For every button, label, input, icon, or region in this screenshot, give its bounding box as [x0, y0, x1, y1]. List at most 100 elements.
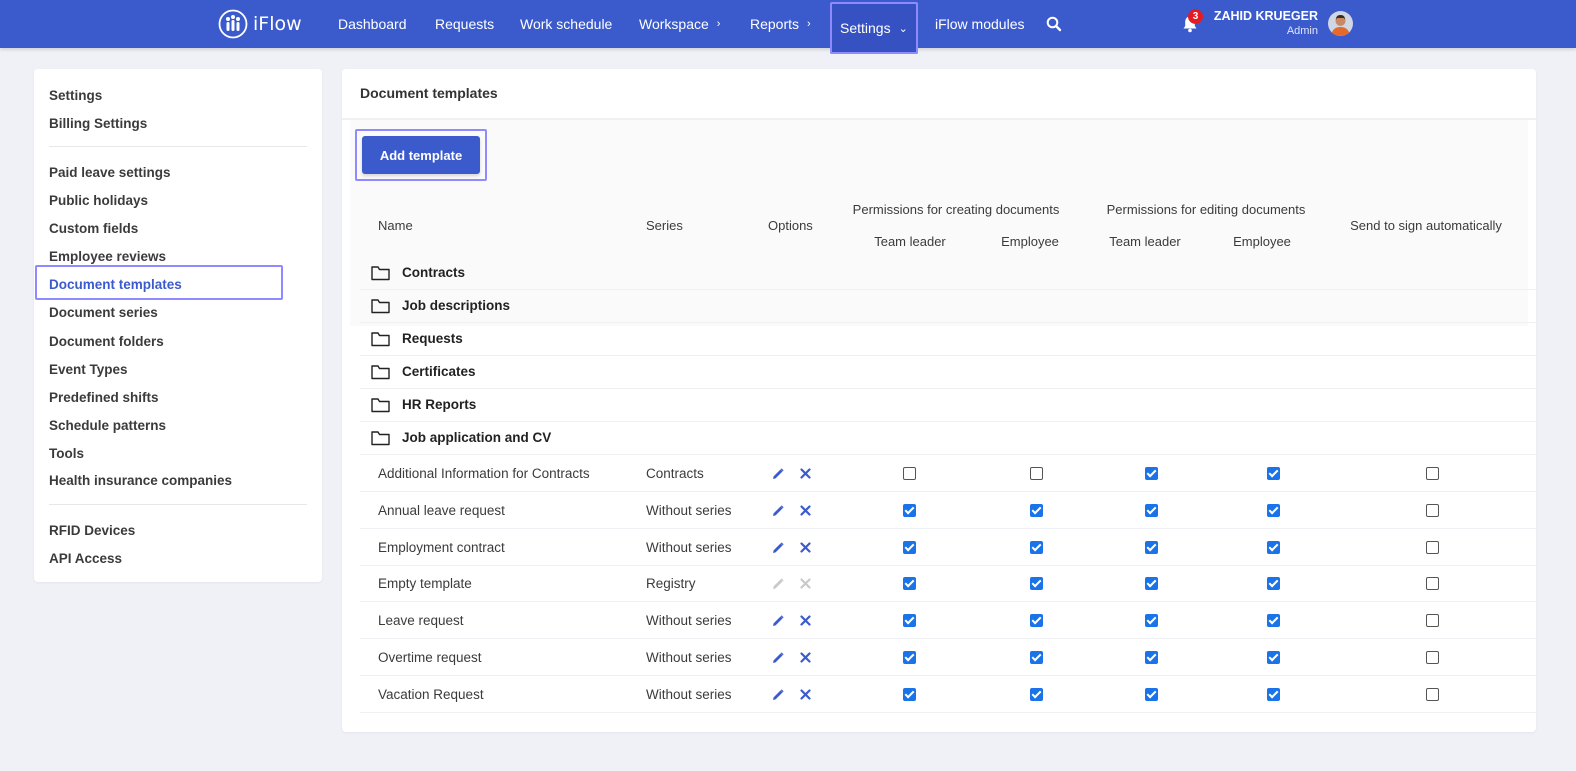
- nav-item-workspace[interactable]: Workspace ›: [639, 0, 720, 48]
- template-name[interactable]: Vacation Request: [378, 687, 484, 702]
- close-icon[interactable]: [800, 652, 811, 663]
- create-team-leader-checkbox[interactable]: [903, 503, 916, 517]
- edit-employee-checkbox[interactable]: [1267, 577, 1280, 591]
- folder-name: Requests: [402, 331, 463, 346]
- sidebar-item-paid-leave-settings[interactable]: Paid leave settings: [49, 161, 171, 183]
- create-team-leader-checkbox[interactable]: [903, 687, 916, 701]
- sidebar-item-employee-reviews[interactable]: Employee reviews: [49, 245, 166, 267]
- nav-item-iflow-modules[interactable]: iFlow modules: [935, 0, 1024, 48]
- send-to-sign-checkbox[interactable]: [1426, 467, 1439, 480]
- nav-item-settings[interactable]: Settings ⌄: [830, 2, 918, 54]
- template-name[interactable]: Empty template: [378, 576, 472, 591]
- sidebar-item-document-series[interactable]: Document series: [49, 301, 158, 323]
- folder-row[interactable]: Job application and CV: [360, 422, 1536, 455]
- edit-employee-checkbox[interactable]: [1267, 614, 1280, 628]
- sidebar-item-billing-settings[interactable]: Billing Settings: [49, 112, 147, 134]
- template-name[interactable]: Additional Information for Contracts: [378, 466, 590, 481]
- send-to-sign-checkbox[interactable]: [1426, 651, 1439, 664]
- create-employee-checkbox[interactable]: [1030, 540, 1043, 554]
- pencil-icon[interactable]: [772, 689, 784, 701]
- sidebar-item-document-folders[interactable]: Document folders: [49, 330, 164, 352]
- sidebar-item-rfid-devices[interactable]: RFID Devices: [49, 519, 135, 541]
- edit-team-leader-checkbox[interactable]: [1145, 687, 1158, 701]
- edit-employee-checkbox[interactable]: [1267, 467, 1280, 480]
- sidebar-item-schedule-patterns[interactable]: Schedule patterns: [49, 414, 166, 436]
- create-team-leader-checkbox[interactable]: [903, 577, 916, 591]
- create-employee-checkbox[interactable]: [1030, 687, 1043, 701]
- sidebar-divider: [49, 146, 307, 147]
- sidebar-item-public-holidays[interactable]: Public holidays: [49, 189, 148, 211]
- sidebar-item-custom-fields[interactable]: Custom fields: [49, 217, 138, 239]
- edit-team-leader-checkbox[interactable]: [1145, 467, 1158, 480]
- send-to-sign-checkbox[interactable]: [1426, 540, 1439, 554]
- folder-row[interactable]: Job descriptions: [360, 290, 1536, 323]
- nav-item-dashboard[interactable]: Dashboard: [338, 0, 407, 48]
- table-row: Overtime request Without series: [360, 639, 1536, 676]
- edit-employee-checkbox[interactable]: [1267, 651, 1280, 664]
- create-team-leader-checkbox[interactable]: [903, 540, 916, 554]
- edit-team-leader-checkbox[interactable]: [1145, 614, 1158, 628]
- sidebar-item-event-types[interactable]: Event Types: [49, 358, 128, 380]
- edit-team-leader-checkbox[interactable]: [1145, 577, 1158, 591]
- pencil-icon[interactable]: [772, 652, 784, 664]
- column-header-series[interactable]: Series: [646, 218, 683, 233]
- edit-employee-checkbox[interactable]: [1267, 687, 1280, 701]
- send-to-sign-checkbox[interactable]: [1426, 687, 1439, 701]
- pencil-icon[interactable]: [772, 615, 784, 627]
- column-header-create-team-leader: Team leader: [874, 234, 946, 249]
- add-template-button[interactable]: Add template: [362, 136, 480, 174]
- template-name[interactable]: Overtime request: [378, 650, 482, 665]
- send-to-sign-checkbox[interactable]: [1426, 503, 1439, 517]
- folder-row[interactable]: HR Reports: [360, 389, 1536, 422]
- column-header-name[interactable]: Name: [378, 218, 413, 233]
- edit-team-leader-checkbox[interactable]: [1145, 651, 1158, 664]
- send-to-sign-checkbox[interactable]: [1426, 614, 1439, 628]
- create-employee-checkbox[interactable]: [1030, 503, 1043, 517]
- create-team-leader-checkbox[interactable]: [903, 651, 916, 664]
- close-icon[interactable]: [800, 505, 811, 516]
- edit-team-leader-checkbox[interactable]: [1145, 540, 1158, 554]
- table-row: Empty template Registry: [360, 565, 1536, 603]
- folder-name: Job descriptions: [402, 298, 511, 313]
- edit-employee-checkbox[interactable]: [1267, 540, 1280, 554]
- brand-logo[interactable]: iFlow: [218, 9, 302, 39]
- close-icon[interactable]: [800, 615, 811, 626]
- create-employee-checkbox[interactable]: [1030, 467, 1043, 480]
- nav-item-work-schedule[interactable]: Work schedule: [520, 0, 612, 48]
- main-panel: Document templates Add template Name Ser…: [342, 69, 1536, 732]
- create-employee-checkbox[interactable]: [1030, 614, 1043, 628]
- template-name[interactable]: Employment contract: [378, 540, 505, 555]
- template-name[interactable]: Annual leave request: [378, 503, 505, 518]
- pencil-icon[interactable]: [772, 541, 784, 554]
- column-group-create-permissions: Permissions for creating documents: [852, 202, 1060, 217]
- folder-icon: [371, 299, 390, 314]
- create-employee-checkbox[interactable]: [1030, 651, 1043, 664]
- sidebar-item-health-insurance-companies[interactable]: Health insurance companies: [49, 469, 232, 491]
- edit-employee-checkbox[interactable]: [1267, 503, 1280, 517]
- sidebar-item-tools[interactable]: Tools: [49, 442, 84, 464]
- folder-row[interactable]: Requests: [360, 323, 1536, 356]
- column-header-options: Options: [768, 218, 813, 233]
- sidebar-item-document-templates[interactable]: Document templates: [49, 273, 182, 295]
- edit-team-leader-checkbox[interactable]: [1145, 503, 1158, 517]
- close-icon[interactable]: [800, 689, 811, 700]
- close-icon[interactable]: [800, 541, 811, 553]
- sidebar-item-settings[interactable]: Settings: [49, 84, 102, 106]
- create-team-leader-checkbox[interactable]: [903, 614, 916, 628]
- sidebar-item-api-access[interactable]: API Access: [49, 547, 122, 569]
- folder-row[interactable]: Contracts: [360, 257, 1536, 290]
- send-to-sign-checkbox[interactable]: [1426, 577, 1439, 591]
- folder-row[interactable]: Certificates: [360, 356, 1536, 389]
- create-team-leader-checkbox[interactable]: [903, 467, 916, 480]
- create-employee-checkbox[interactable]: [1030, 577, 1043, 591]
- template-name[interactable]: Leave request: [378, 613, 464, 628]
- pencil-icon[interactable]: [772, 505, 784, 517]
- avatar[interactable]: [1328, 11, 1353, 36]
- user-name[interactable]: ZAHID KRUEGER: [1200, 9, 1318, 23]
- pencil-icon[interactable]: [772, 468, 784, 480]
- sidebar-item-predefined-shifts[interactable]: Predefined shifts: [49, 386, 159, 408]
- search-icon[interactable]: [1046, 16, 1062, 32]
- nav-item-requests[interactable]: Requests: [435, 0, 494, 48]
- nav-item-reports[interactable]: Reports ›: [750, 0, 811, 48]
- close-icon[interactable]: [800, 468, 811, 479]
